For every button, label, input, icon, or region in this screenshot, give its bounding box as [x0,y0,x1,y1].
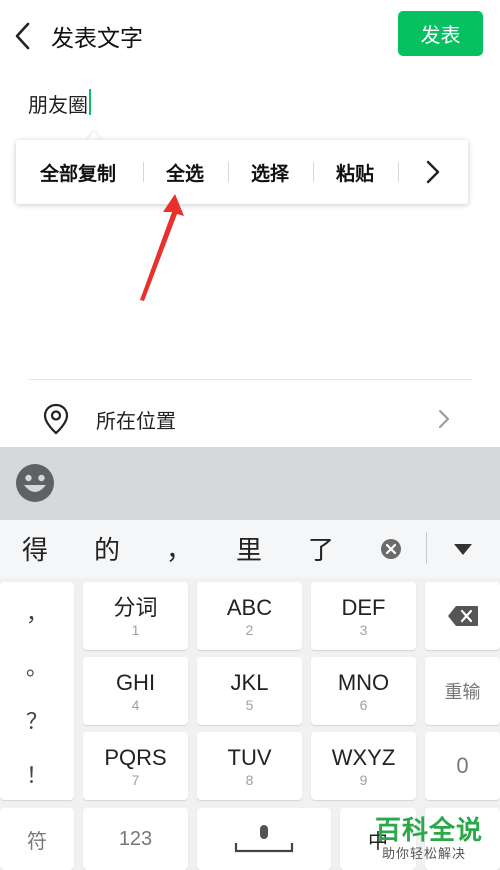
key-label: GHI [115,669,156,695]
backspace-icon [447,606,478,626]
divider [28,379,472,380]
key-label: TUV [227,744,272,770]
punct-period[interactable]: 。 [0,650,74,682]
candidate-item[interactable]: 了 [308,530,334,567]
key-number: 6 [359,696,368,713]
key-1-fenci[interactable]: 分词 1 [83,582,188,650]
menu-item-select[interactable]: 选择 [251,140,289,204]
candidate-item[interactable]: 得 [22,530,48,567]
key-number: 4 [131,696,140,713]
key-number: 9 [359,771,368,788]
candidate-item[interactable]: 的 [94,530,120,567]
key-9-wxyz[interactable]: WXYZ 9 [311,732,416,800]
key-label: ABC [226,594,273,620]
key-label: WXYZ [331,744,396,770]
watermark-title: 百科全说 [375,815,484,845]
keyboard-toolbar [0,447,500,520]
menu-separator [143,162,144,182]
annotation-arrow-icon [140,194,184,301]
backspace-key[interactable] [425,582,500,650]
location-label[interactable]: 所在位置 [96,405,176,434]
page-title: 发表文字 [51,25,143,51]
clear-candidates-icon[interactable] [380,538,402,565]
symbol-key[interactable]: 符 [0,808,74,870]
key-number: 2 [245,621,254,638]
candidate-item[interactable]: ， [166,530,192,567]
candidate-item[interactable]: 里 [236,530,262,567]
key-label: DEF [341,594,386,620]
key-label: JKL [230,669,269,695]
watermark-subtitle: 助你轻松解决 [382,846,467,861]
microphone-icon [234,825,294,853]
punct-question[interactable]: ？ [0,704,74,736]
key-6-mno[interactable]: MNO 6 [311,657,416,725]
location-pin-icon [42,403,70,440]
candidate-separator [426,532,427,564]
key-label: 重输 [444,682,481,702]
key-number: 1 [131,621,140,638]
text-cursor [89,89,91,115]
menu-item-paste[interactable]: 粘贴 [336,140,374,204]
chevron-right-icon [426,160,440,184]
key-4-ghi[interactable]: GHI 4 [83,657,188,725]
space-key[interactable] [197,808,331,870]
menu-separator [228,162,229,182]
text-context-menu: 全部复制 全选 选择 粘贴 [16,140,468,204]
key-8-tuv[interactable]: TUV 8 [197,732,302,800]
punct-comma[interactable]: ， [0,596,74,628]
key-7-pqrs[interactable]: PQRS 7 [83,732,188,800]
key-number: 7 [131,771,140,788]
key-number: 8 [245,771,254,788]
key-label: 分词 [113,594,158,620]
collapse-keyboard-icon[interactable] [452,541,474,562]
zero-key[interactable]: 0 [425,732,500,800]
chevron-right-icon[interactable] [436,407,452,436]
menu-more-button[interactable] [418,156,446,193]
menu-separator [398,162,399,182]
key-5-jkl[interactable]: JKL 5 [197,657,302,725]
key-label: 0 [456,753,469,778]
compose-text[interactable]: 朋友圈 [28,89,88,118]
publish-button[interactable]: 发表 [398,11,483,56]
key-label: MNO [337,669,390,695]
key-label: PQRS [104,744,167,770]
chevron-left-icon [15,22,30,50]
punct-exclamation[interactable]: ！ [0,758,74,790]
reinput-key[interactable]: 重输 [425,657,500,725]
back-button[interactable] [8,18,40,54]
key-number: 3 [359,621,368,638]
numeric-key[interactable]: 123 [83,808,188,870]
emoji-icon[interactable] [15,463,55,503]
menu-item-copy-all[interactable]: 全部复制 [40,140,116,204]
key-2-abc[interactable]: ABC 2 [197,582,302,650]
key-3-def[interactable]: DEF 3 [311,582,416,650]
key-label: 123 [118,827,153,850]
menu-separator [313,162,314,182]
punctuation-column[interactable]: ， 。 ？ ！ [0,582,74,800]
key-label: 符 [27,830,47,853]
key-number: 5 [245,696,254,713]
